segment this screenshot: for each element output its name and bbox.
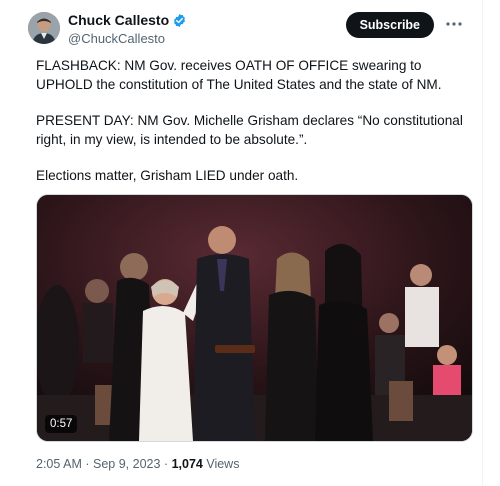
subscribe-button[interactable]: Subscribe: [345, 12, 434, 38]
avatar-photo-icon[interactable]: [28, 12, 60, 44]
video-frame: [37, 195, 472, 441]
video-player[interactable]: 0:57: [36, 194, 473, 442]
tweet-card: Chuck Callesto @ChuckCallesto Subscribe …: [8, 0, 483, 486]
meta-separator: ·: [163, 457, 169, 471]
author-names: Chuck Callesto @ChuckCallesto: [68, 12, 187, 47]
tweet-time[interactable]: 2:05 AM: [36, 457, 82, 471]
author-handle[interactable]: @ChuckCallesto: [68, 31, 187, 47]
meta-separator: ·: [85, 457, 90, 471]
avatar-svg: [28, 12, 60, 44]
tweet-date[interactable]: Sep 9, 2023: [93, 457, 160, 471]
views-label: Views: [206, 457, 240, 471]
author-display-name[interactable]: Chuck Callesto: [68, 12, 169, 29]
tweet-paragraph: FLASHBACK: NM Gov. receives OATH OF OFFI…: [36, 58, 442, 92]
tweet-header: Chuck Callesto @ChuckCallesto Subscribe: [28, 10, 470, 46]
views-count: 1,074: [171, 457, 203, 471]
tweet-paragraph: Elections matter, Grisham LIED under oat…: [36, 168, 299, 183]
tweet-meta: 2:05 AM · Sep 9, 2023 · 1,074 Views: [36, 456, 239, 472]
more-options-icon[interactable]: [444, 14, 464, 34]
verified-badge-icon: [174, 14, 186, 28]
tweet-paragraph: PRESENT DAY: NM Gov. Michelle Grisham de…: [36, 113, 463, 147]
video-duration: 0:57: [45, 415, 78, 433]
tweet-text: FLASHBACK: NM Gov. receives OATH OF OFFI…: [36, 56, 476, 202]
